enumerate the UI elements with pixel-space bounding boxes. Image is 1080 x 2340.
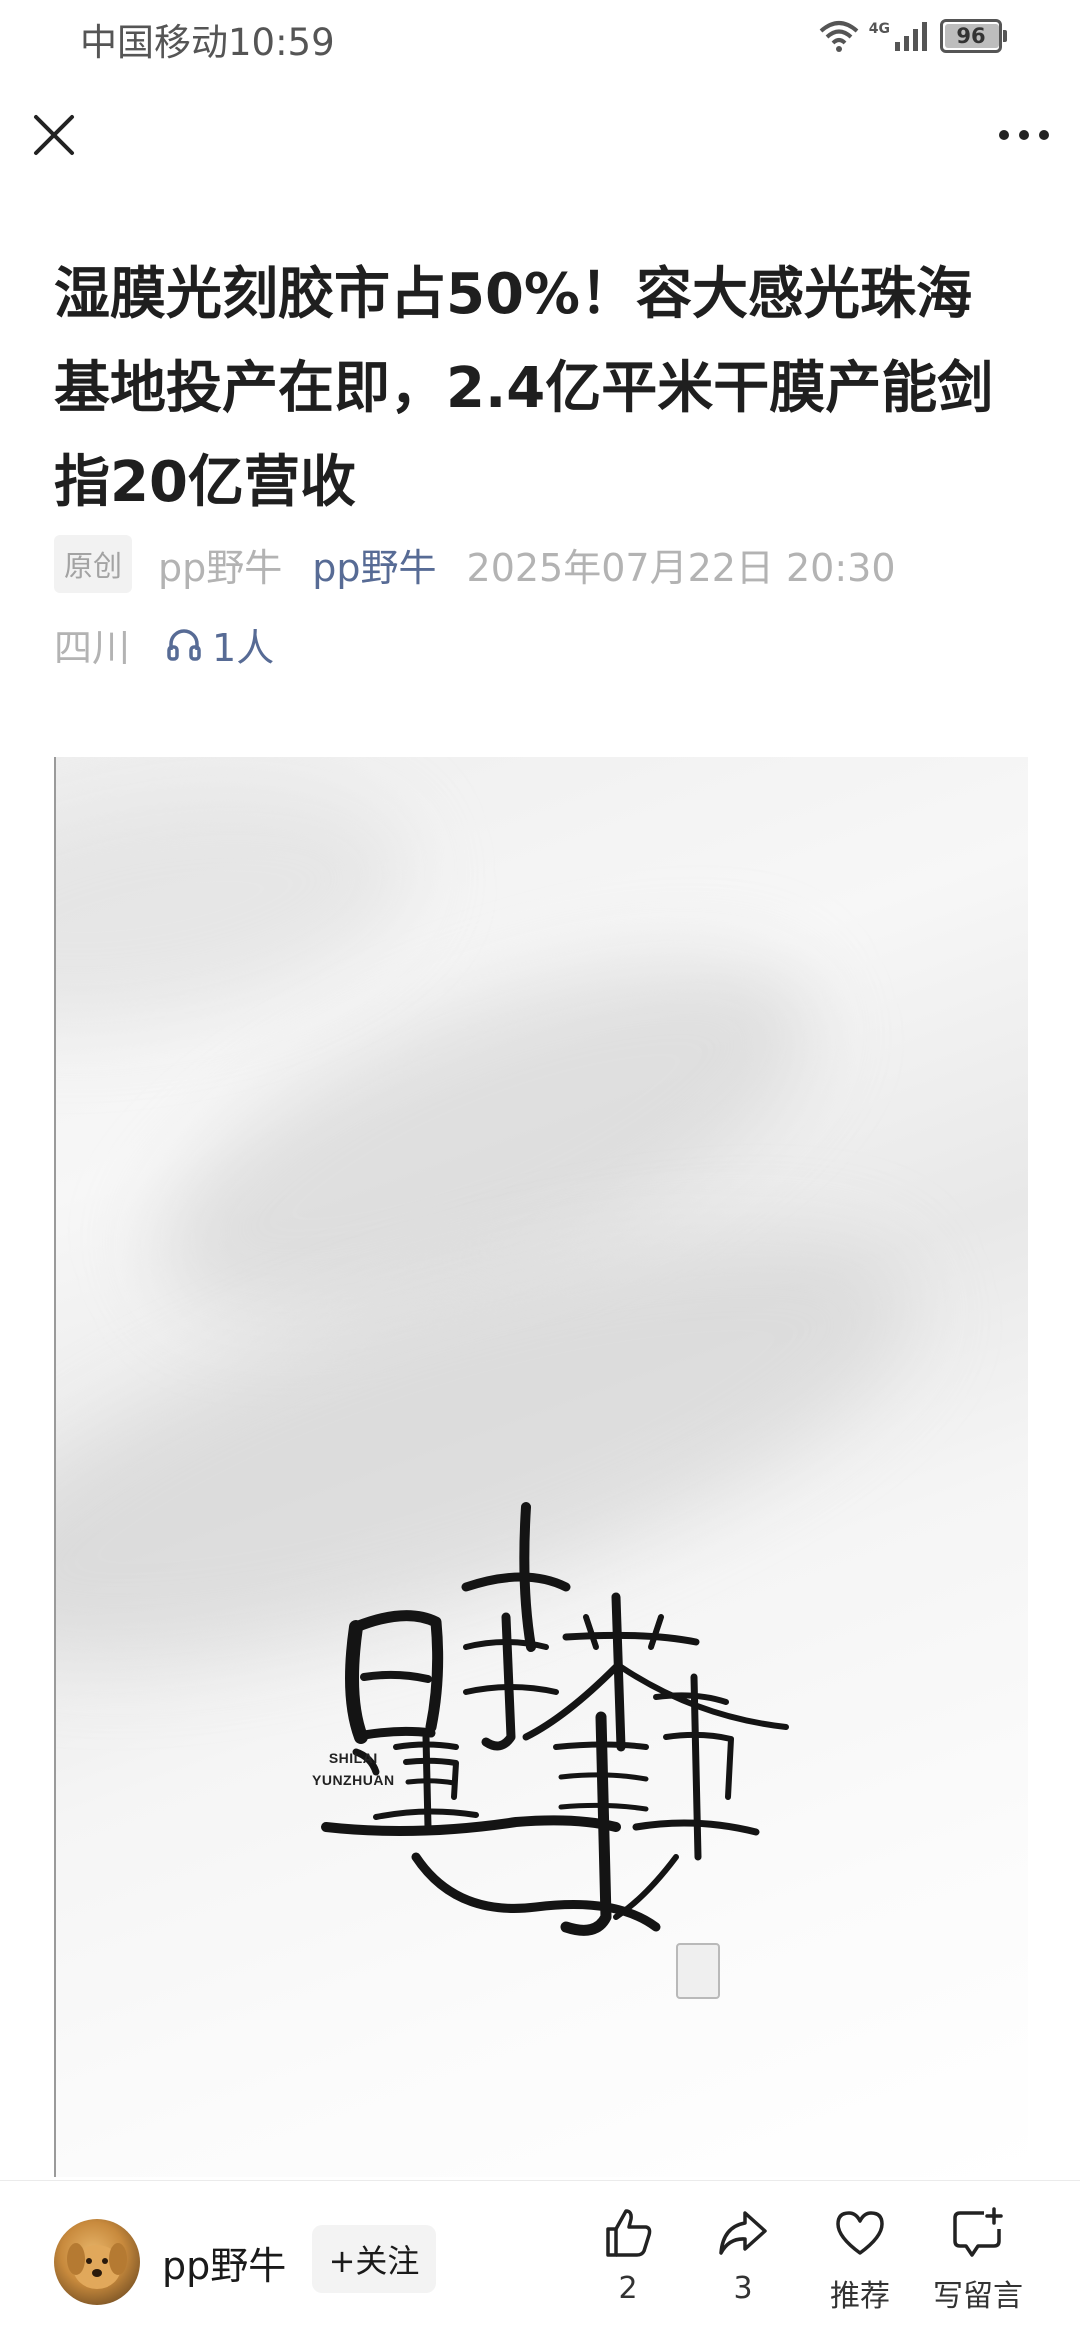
write-comment-label: 写留言 [933, 2279, 1023, 2314]
status-right: 4G 96 [819, 14, 1007, 58]
publish-date: 2025年07月22日 20:30 [466, 545, 896, 590]
more-dots-icon [999, 130, 1049, 140]
clock: 10:59 [228, 21, 335, 64]
account-link[interactable]: pp野牛 [312, 537, 436, 592]
bottom-bar: pp野牛 +关注 2 3 推荐 写留言 [0, 2180, 1080, 2340]
calligraphy-artwork [321, 1502, 789, 1936]
avatar[interactable] [54, 2219, 140, 2305]
like-button[interactable]: 2 [568, 2205, 688, 2306]
author-name-plain: pp野牛 [158, 545, 283, 590]
write-comment-button[interactable]: 写留言 [918, 2205, 1038, 2315]
dog-avatar-icon [67, 2243, 127, 2289]
network-type: 4G [868, 21, 890, 37]
image-shadow [56, 757, 432, 1061]
wifi-icon [819, 21, 859, 52]
battery-icon: 96 [940, 19, 1007, 53]
carrier-label: 中国移动 [80, 21, 228, 64]
calligraphy-english: SHILAI YUNZHUAN [312, 1750, 395, 1788]
original-tag: 原创 [54, 535, 133, 593]
recommend-label: 推荐 [830, 2279, 890, 2314]
like-count: 2 [618, 2271, 638, 2306]
listen-count: 1人 [212, 625, 275, 670]
close-icon [34, 115, 74, 155]
share-button[interactable]: 3 [683, 2205, 803, 2306]
share-count: 3 [733, 2271, 753, 2306]
comment-add-icon [953, 2207, 1003, 2257]
signal-icon [895, 22, 927, 51]
close-button[interactable] [30, 111, 78, 159]
heart-icon [836, 2211, 884, 2255]
article-image[interactable]: SHILAI YUNZHUAN [54, 757, 1028, 2177]
battery-level: 96 [956, 24, 986, 48]
article-page: 中国移动10:59 4G 96 湿膜光刻胶市占50%！容大感光珠海基地投产在即，… [0, 0, 1080, 2340]
nav-bar [0, 96, 1080, 186]
more-button[interactable] [994, 111, 1054, 159]
article-title: 湿膜光刻胶市占50%！容大感光珠海基地投产在即，2.4亿平米干膜产能剑指20亿营… [54, 262, 994, 515]
status-left: 中国移动10:59 [80, 12, 335, 66]
seal-stamp [676, 1943, 720, 1999]
thumbs-up-icon [606, 2209, 652, 2257]
location-label: 四川 [54, 625, 131, 670]
headphones-icon [167, 629, 201, 661]
listen-button[interactable]: 1人 [166, 617, 274, 672]
article-meta: 原创 pp野牛 pp野牛 2025年07月22日 20:30 [54, 534, 896, 594]
status-bar: 中国移动10:59 4G 96 [0, 0, 1080, 72]
bottom-author-name[interactable]: pp野牛 [162, 2235, 286, 2290]
share-icon [719, 2211, 767, 2255]
recommend-button[interactable]: 推荐 [800, 2205, 920, 2315]
follow-button[interactable]: +关注 [312, 2225, 436, 2293]
article-meta-secondary: 四川 1人 [54, 614, 274, 674]
